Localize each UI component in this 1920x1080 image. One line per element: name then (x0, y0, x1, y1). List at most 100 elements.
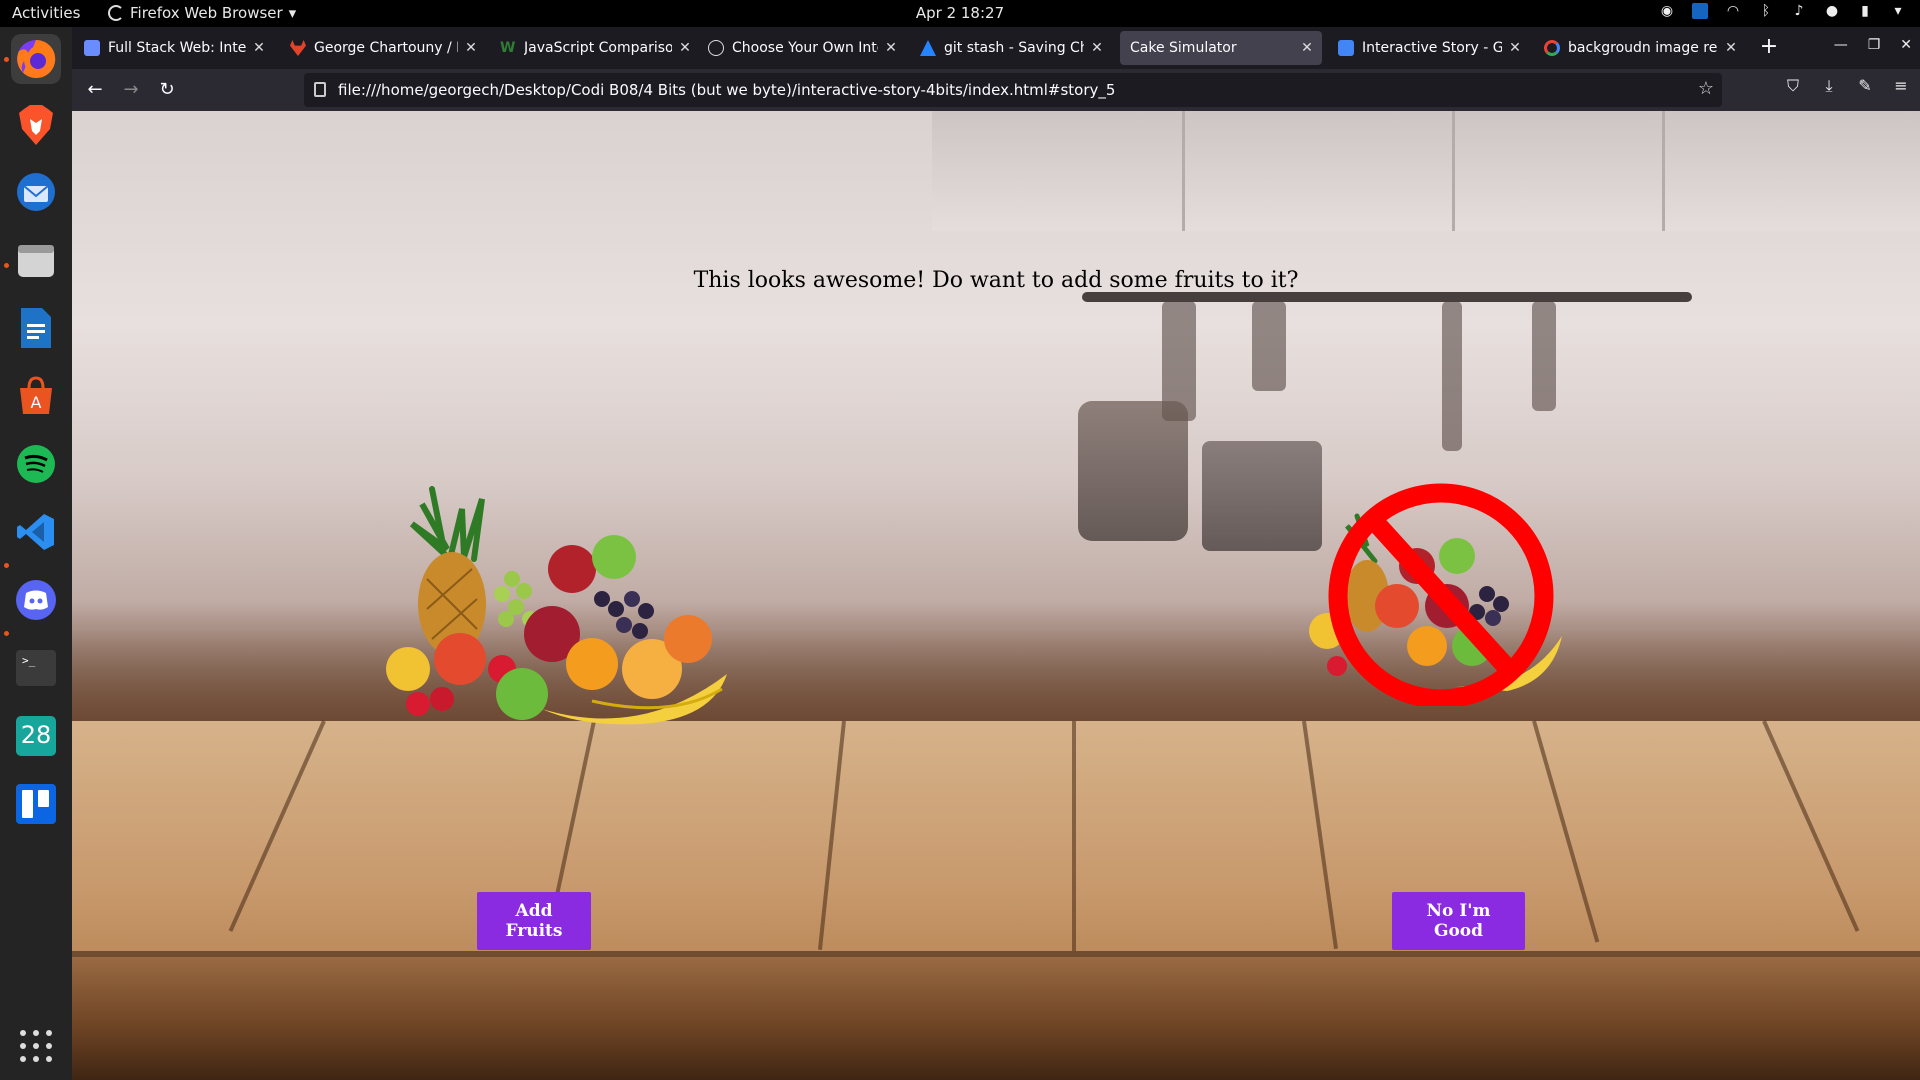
dock-firefox[interactable] (11, 34, 61, 84)
dock-calendar[interactable]: 28 (11, 711, 61, 761)
dock-trello[interactable] (11, 779, 61, 829)
system-menu-chevron-icon[interactable]: ▾ (1890, 3, 1906, 19)
app-menu[interactable]: Firefox Web Browser ▾ (108, 4, 296, 22)
tab-choose-your-own[interactable]: Choose Your Own Inte ✕ (700, 31, 906, 65)
dock-libreoffice-writer[interactable] (11, 303, 61, 353)
dock: A >_ 28 (0, 27, 72, 1080)
bookmark-star-icon[interactable]: ☆ (1698, 78, 1714, 99)
cabinet-divider (1182, 111, 1185, 231)
system-tray: ◉ ◠ ᛒ ♪ ● ▮ ▾ (1659, 3, 1906, 19)
forward-arrow-icon[interactable]: → (118, 77, 144, 103)
close-icon[interactable]: ✕ (1300, 40, 1314, 56)
reload-icon[interactable]: ↻ (154, 77, 180, 103)
firefox-small-icon (108, 5, 124, 21)
minimize-icon[interactable]: — (1834, 37, 1848, 53)
svg-text:A: A (31, 393, 42, 412)
tab-label: Full Stack Web: Interac (108, 40, 246, 56)
extensions-icon[interactable]: ✎ (1856, 77, 1874, 95)
w3-favicon-icon: W (500, 40, 516, 56)
close-icon[interactable]: ✕ (884, 40, 898, 56)
url-text[interactable]: file:///home/georgech/Desktop/Codi B08/4… (338, 81, 1115, 99)
close-icon[interactable]: ✕ (252, 40, 266, 56)
add-fruits-button[interactable]: Add Fruits (477, 892, 591, 950)
volume-icon[interactable]: ♪ (1791, 3, 1807, 19)
trello-icon (16, 784, 56, 824)
microphone-icon[interactable]: ● (1824, 3, 1840, 19)
bluetooth-icon[interactable]: ᛒ (1758, 3, 1774, 19)
doc-favicon-icon (84, 40, 100, 56)
dock-files[interactable] (11, 235, 61, 285)
dock-thunderbird[interactable] (11, 167, 61, 217)
running-indicator (4, 563, 9, 568)
trello-tray-icon[interactable] (1692, 3, 1708, 19)
tab-label: Choose Your Own Inte (732, 40, 878, 56)
globe-favicon-icon (708, 40, 724, 56)
dock-app-center[interactable]: A (11, 371, 61, 421)
fruit-basket-image[interactable] (352, 469, 772, 729)
thunderbird-icon (17, 173, 55, 211)
tab-label: Cake Simulator (1130, 40, 1237, 56)
hamburger-menu-icon[interactable]: ≡ (1892, 77, 1910, 95)
cabinet-divider (1452, 111, 1455, 231)
tab-background-image-remove[interactable]: backgroudn image rem ✕ (1536, 31, 1746, 65)
tab-cake-simulator[interactable]: Cake Simulator ✕ (1120, 31, 1322, 65)
restore-icon[interactable]: ❐ (1868, 37, 1881, 53)
chevron-down-icon: ▾ (288, 4, 297, 22)
cabinet-divider (1662, 111, 1665, 231)
no-fruits-image[interactable] (1297, 476, 1577, 706)
table-front (72, 957, 1920, 1080)
no-im-good-button[interactable]: No I'm Good (1392, 892, 1525, 950)
terminal-icon: >_ (16, 650, 56, 686)
hanging-utensil (1442, 301, 1462, 451)
navigation-toolbar: ← → ↻ file:///home/georgech/Desktop/Codi… (72, 69, 1920, 111)
tab-full-stack-web[interactable]: Full Stack Web: Interac ✕ (76, 31, 274, 65)
close-icon[interactable]: ✕ (1724, 40, 1738, 56)
dock-terminal[interactable]: >_ (11, 643, 61, 693)
close-icon[interactable]: ✕ (678, 40, 692, 56)
discord-tray-icon[interactable]: ◉ (1659, 3, 1675, 19)
firefox-window: Full Stack Web: Interac ✕ George Chartou… (72, 27, 1920, 1080)
tab-strip: Full Stack Web: Interac ✕ George Chartou… (72, 27, 1920, 69)
close-icon[interactable]: ✕ (1508, 40, 1522, 56)
back-arrow-icon[interactable]: ← (82, 77, 108, 103)
google-docs-favicon-icon (1338, 40, 1354, 56)
tab-label: backgroudn image rem (1568, 40, 1718, 56)
tab-interactive-story-doc[interactable]: Interactive Story - Goo ✕ (1330, 31, 1530, 65)
running-indicator (4, 263, 9, 268)
dock-brave[interactable] (11, 100, 61, 150)
tab-javascript-comparison[interactable]: W JavaScript Comparison ✕ (492, 31, 700, 65)
wifi-icon[interactable]: ◠ (1725, 3, 1741, 19)
new-tab-plus-icon[interactable]: + (1756, 35, 1782, 61)
files-icon (18, 245, 54, 277)
window-close-icon[interactable]: ✕ (1900, 37, 1912, 53)
tab-label: JavaScript Comparison (524, 40, 672, 56)
tab-label: Interactive Story - Goo (1362, 40, 1502, 56)
tab-git-stash[interactable]: git stash - Saving Chang ✕ (912, 31, 1112, 65)
writer-icon (21, 308, 51, 348)
app-menu-label: Firefox Web Browser (130, 4, 283, 22)
page-info-icon[interactable] (314, 82, 326, 97)
hanging-utensil (1252, 301, 1286, 391)
url-bar[interactable]: file:///home/georgech/Desktop/Codi B08/4… (304, 73, 1722, 107)
close-icon[interactable]: ✕ (464, 40, 478, 56)
downloads-icon[interactable]: ⤓ (1820, 77, 1838, 95)
blurred-appliance (1078, 401, 1188, 541)
running-indicator (4, 57, 9, 62)
dock-discord[interactable] (11, 575, 61, 625)
running-indicator (4, 631, 9, 636)
activities-button[interactable]: Activities (12, 4, 80, 22)
atlassian-favicon-icon (920, 40, 936, 56)
tab-label: George Chartouny / Int (314, 40, 458, 56)
dock-spotify[interactable] (11, 439, 61, 489)
system-top-bar: Activities Firefox Web Browser ▾ Apr 2 1… (0, 0, 1920, 27)
close-icon[interactable]: ✕ (1090, 40, 1104, 56)
google-favicon-icon (1544, 40, 1560, 56)
battery-icon[interactable]: ▮ (1857, 3, 1873, 19)
window-controls: — ❐ ✕ (1834, 37, 1912, 53)
brave-icon (19, 105, 53, 145)
tab-gitlab[interactable]: George Chartouny / Int ✕ (282, 31, 486, 65)
dock-vscode[interactable] (11, 507, 61, 557)
kitchen-cabinets (932, 111, 1920, 231)
show-applications-icon[interactable] (20, 1030, 52, 1062)
pocket-icon[interactable]: ⛉ (1784, 77, 1802, 95)
